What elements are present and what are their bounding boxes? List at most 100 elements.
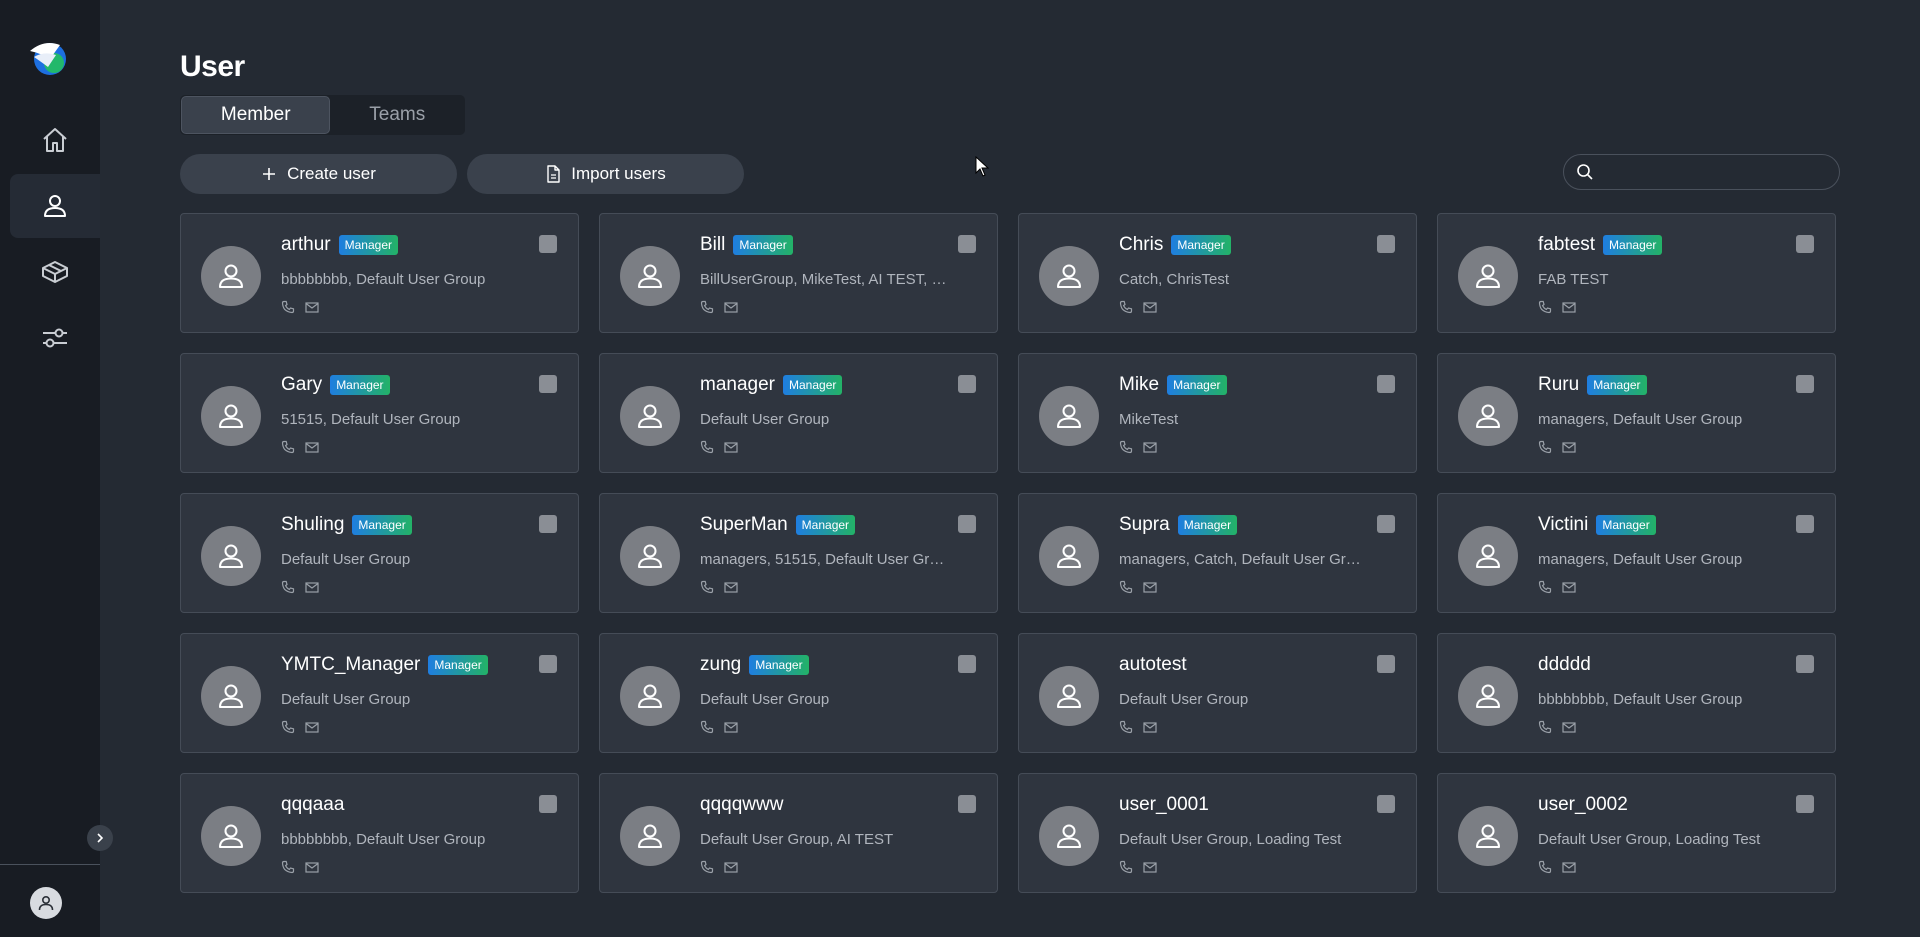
user-card[interactable]: SuperMan Manager managers, 51515, Defaul… xyxy=(599,493,998,613)
search-icon xyxy=(1577,164,1593,180)
user-card[interactable]: zung Manager Default User Group xyxy=(599,633,998,753)
user-card[interactable]: Mike Manager MikeTest xyxy=(1018,353,1417,473)
phone-icon[interactable] xyxy=(700,720,714,734)
user-card[interactable]: Supra Manager managers, Catch, Default U… xyxy=(1018,493,1417,613)
mail-icon[interactable] xyxy=(724,860,738,874)
user-groups: bbbbbbbb, Default User Group xyxy=(1538,691,1743,708)
phone-icon[interactable] xyxy=(1119,720,1133,734)
phone-icon[interactable] xyxy=(1538,720,1552,734)
select-checkbox[interactable] xyxy=(958,655,976,673)
phone-icon[interactable] xyxy=(281,720,295,734)
import-users-button[interactable]: Import users xyxy=(467,154,744,194)
select-checkbox[interactable] xyxy=(1796,235,1814,253)
user-card[interactable]: ddddd bbbbbbbb, Default User Group xyxy=(1437,633,1836,753)
phone-icon[interactable] xyxy=(700,440,714,454)
role-badge: Manager xyxy=(428,655,488,675)
nav-home[interactable] xyxy=(10,108,100,172)
user-card[interactable]: arthur Manager bbbbbbbb, Default User Gr… xyxy=(180,213,579,333)
phone-icon[interactable] xyxy=(1538,300,1552,314)
phone-icon[interactable] xyxy=(1119,580,1133,594)
user-card[interactable]: Ruru Manager managers, Default User Grou… xyxy=(1437,353,1836,473)
user-card[interactable]: qqqaaa bbbbbbbb, Default User Group xyxy=(180,773,579,893)
select-checkbox[interactable] xyxy=(1796,795,1814,813)
mail-icon[interactable] xyxy=(1143,300,1157,314)
phone-icon[interactable] xyxy=(281,440,295,454)
mail-icon[interactable] xyxy=(305,300,319,314)
select-checkbox[interactable] xyxy=(958,235,976,253)
mail-icon[interactable] xyxy=(1562,720,1576,734)
mail-icon[interactable] xyxy=(1562,580,1576,594)
mail-icon[interactable] xyxy=(305,440,319,454)
user-card[interactable]: user_0002 Default User Group, Loading Te… xyxy=(1437,773,1836,893)
select-checkbox[interactable] xyxy=(539,515,557,533)
select-checkbox[interactable] xyxy=(958,375,976,393)
mail-icon[interactable] xyxy=(1562,300,1576,314)
user-name-row: Gary Manager xyxy=(281,374,390,396)
select-checkbox[interactable] xyxy=(958,515,976,533)
profile-button[interactable] xyxy=(30,887,62,919)
tab-member[interactable]: Member xyxy=(181,96,331,134)
mail-icon[interactable] xyxy=(724,300,738,314)
user-card[interactable]: autotest Default User Group xyxy=(1018,633,1417,753)
mail-icon[interactable] xyxy=(1143,860,1157,874)
sidebar-expand-button[interactable] xyxy=(87,825,113,851)
user-card[interactable]: user_0001 Default User Group, Loading Te… xyxy=(1018,773,1417,893)
phone-icon[interactable] xyxy=(281,580,295,594)
search-input[interactable] xyxy=(1602,163,1839,181)
phone-icon[interactable] xyxy=(700,300,714,314)
phone-icon[interactable] xyxy=(281,860,295,874)
mail-icon[interactable] xyxy=(1562,860,1576,874)
mail-icon[interactable] xyxy=(305,720,319,734)
select-checkbox[interactable] xyxy=(958,795,976,813)
select-checkbox[interactable] xyxy=(539,375,557,393)
select-checkbox[interactable] xyxy=(1796,515,1814,533)
user-card[interactable]: Bill Manager BillUserGroup, MikeTest, AI… xyxy=(599,213,998,333)
avatar xyxy=(620,666,680,726)
select-checkbox[interactable] xyxy=(539,655,557,673)
avatar xyxy=(1039,386,1099,446)
mail-icon[interactable] xyxy=(1143,440,1157,454)
user-card[interactable]: Gary Manager 51515, Default User Group xyxy=(180,353,579,473)
user-card[interactable]: qqqqwww Default User Group, AI TEST xyxy=(599,773,998,893)
sidebar-divider xyxy=(0,864,100,865)
mail-icon[interactable] xyxy=(305,860,319,874)
user-card[interactable]: fabtest Manager FAB TEST xyxy=(1437,213,1836,333)
nav-boxes[interactable] xyxy=(10,240,100,304)
contact-icons xyxy=(1119,300,1157,314)
select-checkbox[interactable] xyxy=(1377,795,1395,813)
mail-icon[interactable] xyxy=(724,580,738,594)
phone-icon[interactable] xyxy=(281,300,295,314)
user-card[interactable]: YMTC_Manager Manager Default User Group xyxy=(180,633,579,753)
mail-icon[interactable] xyxy=(724,440,738,454)
select-checkbox[interactable] xyxy=(539,235,557,253)
mail-icon[interactable] xyxy=(1143,580,1157,594)
select-checkbox[interactable] xyxy=(1377,655,1395,673)
tab-teams[interactable]: Teams xyxy=(330,96,464,134)
page-title: User xyxy=(180,50,245,83)
phone-icon[interactable] xyxy=(1538,440,1552,454)
select-checkbox[interactable] xyxy=(1377,235,1395,253)
phone-icon[interactable] xyxy=(700,860,714,874)
select-checkbox[interactable] xyxy=(1796,375,1814,393)
phone-icon[interactable] xyxy=(1119,860,1133,874)
phone-icon[interactable] xyxy=(1119,440,1133,454)
mail-icon[interactable] xyxy=(724,720,738,734)
mail-icon[interactable] xyxy=(1143,720,1157,734)
mail-icon[interactable] xyxy=(1562,440,1576,454)
select-checkbox[interactable] xyxy=(1796,655,1814,673)
phone-icon[interactable] xyxy=(1538,580,1552,594)
phone-icon[interactable] xyxy=(1119,300,1133,314)
select-checkbox[interactable] xyxy=(1377,375,1395,393)
user-card[interactable]: Chris Manager Catch, ChrisTest xyxy=(1018,213,1417,333)
user-card[interactable]: Shuling Manager Default User Group xyxy=(180,493,579,613)
create-user-button[interactable]: Create user xyxy=(180,154,457,194)
mail-icon[interactable] xyxy=(305,580,319,594)
nav-settings[interactable] xyxy=(10,306,100,370)
select-checkbox[interactable] xyxy=(539,795,557,813)
nav-users[interactable] xyxy=(10,174,100,238)
phone-icon[interactable] xyxy=(1538,860,1552,874)
select-checkbox[interactable] xyxy=(1377,515,1395,533)
user-card[interactable]: manager Manager Default User Group xyxy=(599,353,998,473)
phone-icon[interactable] xyxy=(700,580,714,594)
user-card[interactable]: Victini Manager managers, Default User G… xyxy=(1437,493,1836,613)
